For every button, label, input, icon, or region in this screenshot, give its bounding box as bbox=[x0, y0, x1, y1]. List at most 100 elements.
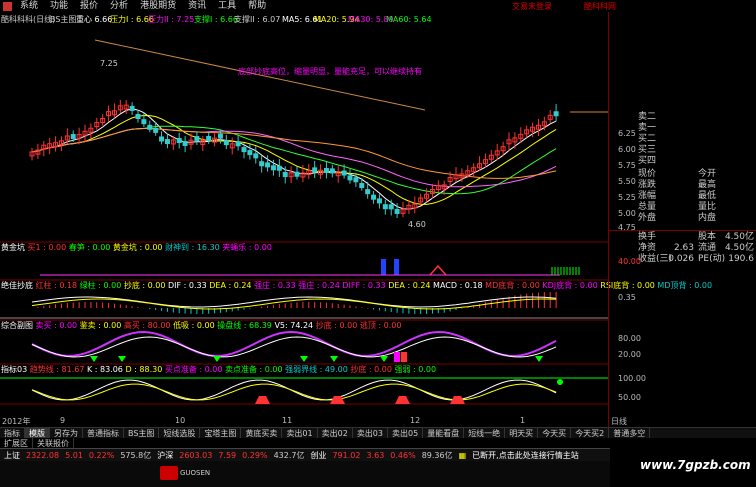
date-label: 2012年 bbox=[2, 417, 31, 426]
candle-body bbox=[217, 133, 223, 139]
date-label: 12 bbox=[410, 416, 421, 425]
price-axis-label: 6.25 bbox=[618, 129, 636, 138]
gold-axis-label: 40.00 bbox=[618, 257, 641, 266]
kdj-dot bbox=[557, 379, 563, 385]
candle-body bbox=[294, 171, 300, 177]
candle-body bbox=[323, 168, 329, 174]
bid-label: 买四 bbox=[638, 156, 657, 166]
menu-analysis[interactable]: 分析 bbox=[104, 0, 134, 12]
kdj-indicator-header: 指标03 趋势线 : 81.67 K : 83.06 D : 88.30 买点准… bbox=[1, 365, 437, 374]
price-axis-label: 5.50 bbox=[618, 177, 636, 186]
pressure2-label: 压力II : 7.25 bbox=[148, 15, 195, 24]
ask-label: 卖二 bbox=[638, 112, 657, 122]
candle-body bbox=[388, 204, 394, 210]
software-link[interactable]: 酷科科网 bbox=[584, 1, 616, 12]
candle-body bbox=[153, 127, 159, 133]
menu-quote[interactable]: 报价 bbox=[74, 0, 104, 12]
candle-body bbox=[223, 140, 229, 146]
app-icon bbox=[3, 1, 12, 11]
candle-body bbox=[553, 111, 559, 117]
kdj-fill bbox=[395, 396, 410, 404]
moving-average-line bbox=[31, 128, 557, 188]
candle-body bbox=[276, 165, 282, 171]
candle-body bbox=[353, 177, 359, 183]
menu-function[interactable]: 功能 bbox=[44, 0, 74, 12]
candle-body bbox=[270, 165, 276, 171]
candle-body bbox=[135, 113, 141, 119]
date-label: 1 bbox=[520, 416, 526, 425]
price-axis-label: 5.75 bbox=[618, 161, 636, 170]
tab-extend[interactable]: 扩展区 bbox=[0, 437, 33, 449]
combo-axis-label: 20.00 bbox=[618, 350, 641, 359]
macd-indicator-header: 绝佳抄底 红柱 : 0.18 绿柱 : 0.00 抄底 : 0.00 DIF :… bbox=[1, 281, 713, 290]
combo-arrow bbox=[300, 356, 308, 362]
ma60-label: MA60: 5.64 bbox=[386, 15, 432, 24]
stock-name: 酷科科科(日线) bbox=[1, 15, 56, 24]
combo-arrow bbox=[380, 356, 388, 362]
menu-tools[interactable]: 工具 bbox=[212, 0, 242, 12]
quote-row: 净资 2.63 流通 4.50亿 bbox=[638, 243, 754, 253]
date-label: 11 bbox=[282, 416, 293, 425]
quote-row: 涨跌 最高 bbox=[638, 180, 717, 190]
candle-body bbox=[282, 172, 288, 178]
bottom-area: GUOSEN bbox=[0, 461, 610, 487]
combo-signal-line bbox=[31, 336, 557, 358]
menu-system[interactable]: 系统 bbox=[14, 0, 44, 12]
bid-label: 买二 bbox=[638, 134, 657, 144]
annotation-text: 底部抄底高位，缩量明显，量能充足，可以继续持有 bbox=[238, 67, 422, 76]
candle-body bbox=[259, 161, 265, 167]
kdj-axis-label: 50.00 bbox=[618, 393, 641, 402]
candle-body bbox=[247, 150, 253, 156]
moving-average-line bbox=[31, 108, 557, 210]
candle-body bbox=[371, 194, 377, 200]
moving-average-line bbox=[31, 125, 557, 195]
candle-body bbox=[253, 153, 259, 159]
candle-body bbox=[265, 162, 271, 168]
trade-login-link[interactable]: 交易未登录 bbox=[512, 1, 552, 12]
menu-help[interactable]: 帮助 bbox=[242, 0, 272, 12]
combo-arrow bbox=[535, 356, 543, 362]
candle-body bbox=[241, 147, 247, 153]
quote-row: 总量 量比 bbox=[638, 202, 717, 212]
menu-bar: 系统 功能 报价 分析 港股期货 资讯 工具 帮助 bbox=[0, 0, 432, 12]
candle-body bbox=[329, 168, 335, 174]
menu-hk-futures[interactable]: 港股期货 bbox=[134, 0, 182, 12]
kdj-fill bbox=[255, 396, 270, 404]
center-label: 重心 6.66 bbox=[76, 15, 113, 24]
date-label: 10 bbox=[175, 416, 186, 425]
candle-body bbox=[164, 139, 170, 145]
macd-axis-label: 0.35 bbox=[618, 293, 636, 302]
candle-body bbox=[129, 105, 135, 111]
candle-body bbox=[194, 136, 200, 142]
quote-row: 收益(三) 0.026 PE(动) 190.6 bbox=[638, 254, 754, 264]
bs-main-label: BS主图 bbox=[50, 15, 77, 24]
tab-related-quote[interactable]: 关联报价 bbox=[33, 437, 74, 449]
quote-row: 涨幅 最低 bbox=[638, 191, 717, 201]
watermark-area: www.7gpzb.com bbox=[610, 448, 756, 487]
combo-arrow bbox=[90, 356, 98, 362]
gold-bar bbox=[394, 259, 399, 275]
price-axis-label: 5.00 bbox=[618, 209, 636, 218]
menu-news[interactable]: 资讯 bbox=[182, 0, 212, 12]
candle-body bbox=[359, 183, 365, 189]
combo-arrow bbox=[213, 356, 221, 362]
high-price-label: 7.25 bbox=[100, 59, 118, 68]
candle-body bbox=[182, 140, 188, 146]
combo-arrow bbox=[118, 356, 126, 362]
chart-area[interactable]: 酷科科科(日线) BS主图 重心 6.66 压力I : 6.66 压力II : … bbox=[0, 12, 712, 427]
dea-line bbox=[31, 298, 557, 310]
period-label[interactable]: 日线 bbox=[611, 416, 627, 427]
candle-body bbox=[206, 136, 212, 142]
kdj-fill bbox=[450, 396, 465, 404]
bid-label: 买三 bbox=[638, 145, 657, 155]
guosen-logo-icon bbox=[160, 466, 178, 480]
kdj-axis-label: 100.00 bbox=[618, 374, 646, 383]
kdj-fill bbox=[330, 396, 345, 404]
candle-body bbox=[176, 138, 182, 144]
candle-body bbox=[347, 175, 353, 181]
quote-row: 换手 股本 4.50亿 bbox=[638, 232, 754, 242]
guosen-logo-text: GUOSEN bbox=[180, 469, 211, 477]
candle-body bbox=[235, 141, 241, 147]
candle-body bbox=[147, 124, 153, 130]
candle-body bbox=[159, 136, 165, 142]
